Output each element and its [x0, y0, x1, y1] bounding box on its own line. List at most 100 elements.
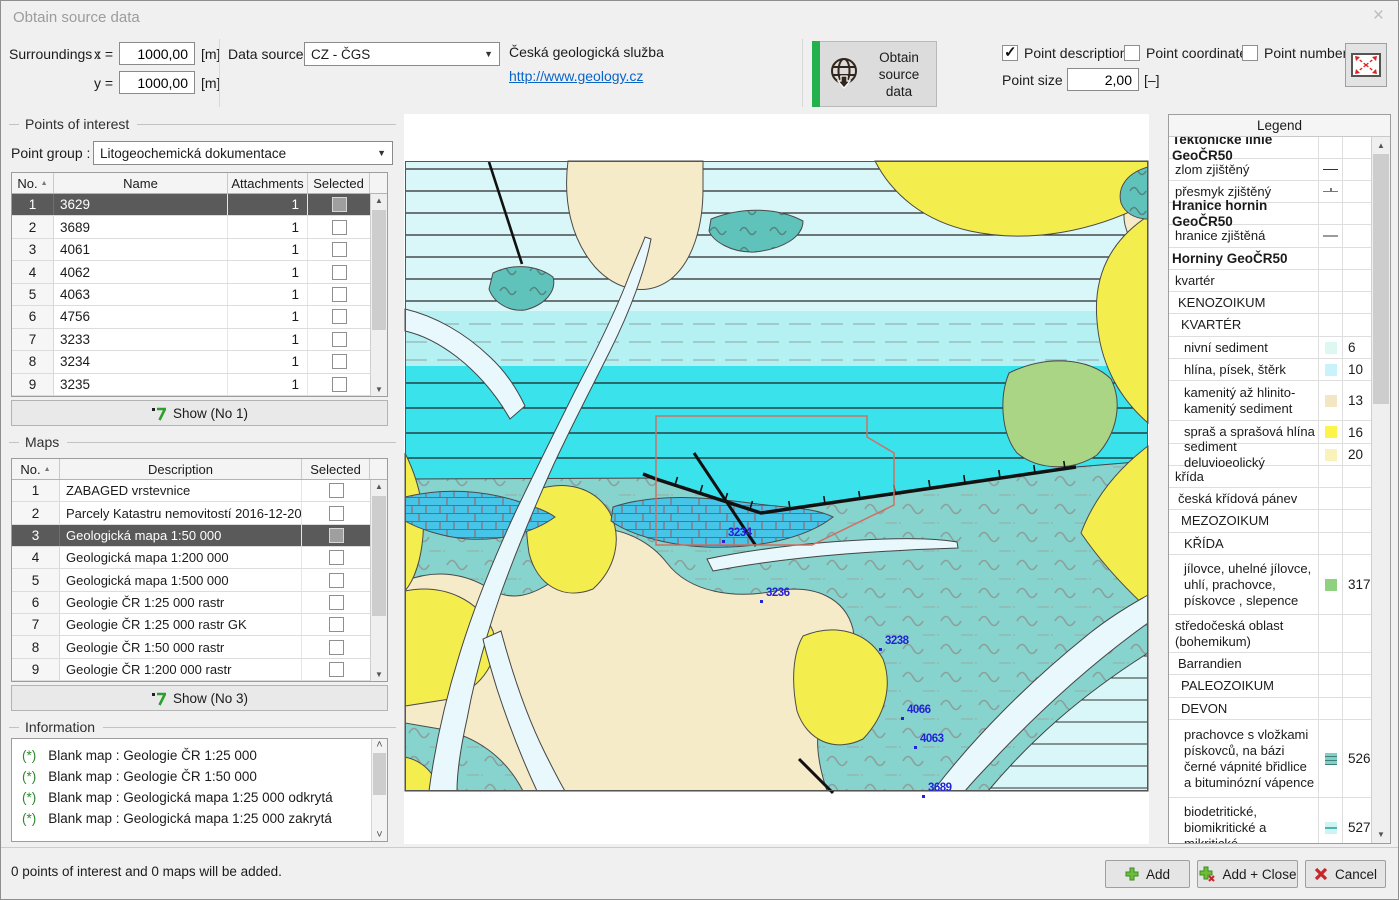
option-checkbox[interactable]: [1002, 45, 1018, 61]
legend-label: nivní sediment: [1169, 337, 1318, 358]
legend-row: kvartér: [1169, 270, 1371, 292]
row-description: ZABAGED vrstevnice: [60, 480, 302, 501]
row-name: 3235: [54, 374, 228, 395]
row-checkbox[interactable]: [332, 220, 347, 235]
legend-row: KENOZOIKUM: [1169, 292, 1371, 314]
provider-link[interactable]: http://www.geology.cz: [509, 68, 643, 84]
row-checkbox[interactable]: [332, 332, 347, 347]
scrollbar-thumb[interactable]: [372, 210, 386, 330]
data-source-select[interactable]: CZ - ČGS▼: [304, 42, 500, 66]
points-table-row[interactable]: 540631: [12, 284, 387, 306]
maps-table-row[interactable]: 9Geologie ČR 1:200 000 rastr: [12, 659, 387, 681]
column-header-selected[interactable]: Selected: [308, 173, 370, 193]
option-checkbox[interactable]: [1242, 45, 1258, 61]
row-checkbox[interactable]: [332, 309, 347, 324]
legend-row: biodetritické, biomikritické a mikritick…: [1169, 798, 1371, 843]
legend-label: hlína, písek, štěrk: [1169, 359, 1318, 380]
maps-table-row[interactable]: 5Geologická mapa 1:500 000: [12, 569, 387, 591]
add-button[interactable]: Add: [1105, 860, 1190, 888]
legend-label: jílovce, uhelné jílovce, uhlí, prachovce…: [1169, 555, 1318, 614]
row-checkbox[interactable]: [329, 617, 344, 632]
legend-symbol: [1318, 337, 1342, 358]
row-checkbox[interactable]: [329, 483, 344, 498]
row-no: 3: [12, 239, 54, 260]
x-label: x =: [94, 46, 113, 62]
points-scrollbar[interactable]: [370, 194, 387, 396]
maps-table-row[interactable]: 2Parcely Katastru nemovitostí 2016-12-20: [12, 502, 387, 524]
points-table-row[interactable]: 832341: [12, 351, 387, 373]
row-checkbox[interactable]: [329, 595, 344, 610]
row-no: 5: [12, 284, 54, 305]
row-checkbox[interactable]: [329, 573, 344, 588]
legend-row: jílovce, uhelné jílovce, uhlí, prachovce…: [1169, 555, 1371, 615]
information-group-header: Information: [9, 719, 396, 735]
scrollbar-thumb[interactable]: [372, 496, 386, 616]
row-checkbox[interactable]: [329, 662, 344, 677]
row-checkbox[interactable]: [332, 197, 347, 212]
points-table-row[interactable]: 136291: [12, 194, 387, 216]
points-table-row[interactable]: 732331: [12, 329, 387, 351]
information-item: (*)Blank map : Geologická mapa 1:25 000 …: [22, 787, 367, 808]
points-table-row[interactable]: 647561: [12, 306, 387, 328]
row-checkbox[interactable]: [332, 265, 347, 280]
legend-value: [1342, 314, 1371, 336]
cancel-button[interactable]: Cancel: [1305, 860, 1386, 888]
maps-table-row[interactable]: 4Geologická mapa 1:200 000: [12, 547, 387, 569]
surroundings-x-input[interactable]: [119, 42, 195, 65]
add-close-button[interactable]: Add + Close: [1197, 860, 1298, 888]
legend-row: PALEOZOIKUM: [1169, 675, 1371, 698]
legend-label: Hranice hornin GeoČR50: [1169, 203, 1318, 224]
row-checkbox[interactable]: [332, 242, 347, 257]
column-header-description[interactable]: Description: [60, 459, 302, 479]
information-scrollbar[interactable]: [371, 739, 387, 841]
row-checkbox[interactable]: [329, 506, 344, 521]
map-view[interactable]: 323432363238406640633689: [404, 114, 1149, 844]
maps-table-row[interactable]: 1ZABAGED vrstevnice: [12, 480, 387, 502]
legend-symbol: [1318, 653, 1342, 674]
maps-table-row[interactable]: 8Geologie ČR 1:50 000 rastr: [12, 636, 387, 658]
legend-label: prachovce s vložkami pískovců, na bázi č…: [1169, 720, 1318, 797]
points-table-row[interactable]: 340611: [12, 239, 387, 261]
maps-scrollbar[interactable]: [370, 480, 387, 681]
close-icon[interactable]: ×: [1373, 6, 1384, 25]
row-checkbox[interactable]: [332, 287, 347, 302]
row-checkbox[interactable]: [329, 640, 344, 655]
legend-title: Legend: [1169, 115, 1390, 137]
green-stripe: [812, 41, 820, 107]
obtain-source-data-button[interactable]: Obtain source data: [812, 41, 937, 107]
maps-table-row[interactable]: 3Geologická mapa 1:50 000: [12, 525, 387, 547]
column-header-no[interactable]: No.▲: [12, 459, 60, 479]
row-selected-cell: [308, 329, 370, 350]
legend-value: 20: [1342, 444, 1371, 465]
option-checkbox[interactable]: [1124, 45, 1140, 61]
row-checkbox[interactable]: [329, 550, 344, 565]
color-swatch: [1325, 579, 1337, 591]
row-attachments: 1: [228, 306, 308, 327]
row-checkbox[interactable]: [332, 377, 347, 392]
show-maps-button[interactable]: Show (No 3): [11, 685, 388, 711]
legend-scrollbar[interactable]: [1371, 137, 1390, 843]
legend-row: prachovce s vložkami pískovců, na bázi č…: [1169, 720, 1371, 798]
row-attachments: 1: [228, 194, 308, 215]
column-header-no[interactable]: No.▲: [12, 173, 54, 193]
scrollbar-thumb[interactable]: [373, 753, 386, 795]
points-table-row[interactable]: 932351: [12, 374, 387, 396]
points-table-row[interactable]: 440621: [12, 261, 387, 283]
column-header-selected[interactable]: Selected: [302, 459, 370, 479]
maps-table-row[interactable]: 6Geologie ČR 1:25 000 rastr: [12, 592, 387, 614]
row-no: 5: [12, 569, 60, 590]
surroundings-y-input[interactable]: [119, 71, 195, 94]
scrollbar-thumb[interactable]: [1373, 154, 1389, 404]
row-checkbox[interactable]: [329, 528, 344, 543]
points-table-row[interactable]: 236891: [12, 216, 387, 238]
zoom-extents-button[interactable]: [1345, 43, 1387, 87]
row-name: 3233: [54, 329, 228, 350]
row-checkbox[interactable]: [332, 354, 347, 369]
row-selected-cell: [308, 261, 370, 282]
show-points-button[interactable]: Show (No 1): [11, 400, 388, 426]
column-header-name[interactable]: Name: [54, 173, 228, 193]
point-group-select[interactable]: Litogeochemická dokumentace▼: [93, 141, 393, 165]
point-size-input[interactable]: [1067, 68, 1139, 91]
column-header-attachments[interactable]: Attachments: [228, 173, 308, 193]
maps-table-row[interactable]: 7Geologie ČR 1:25 000 rastr GK: [12, 614, 387, 636]
